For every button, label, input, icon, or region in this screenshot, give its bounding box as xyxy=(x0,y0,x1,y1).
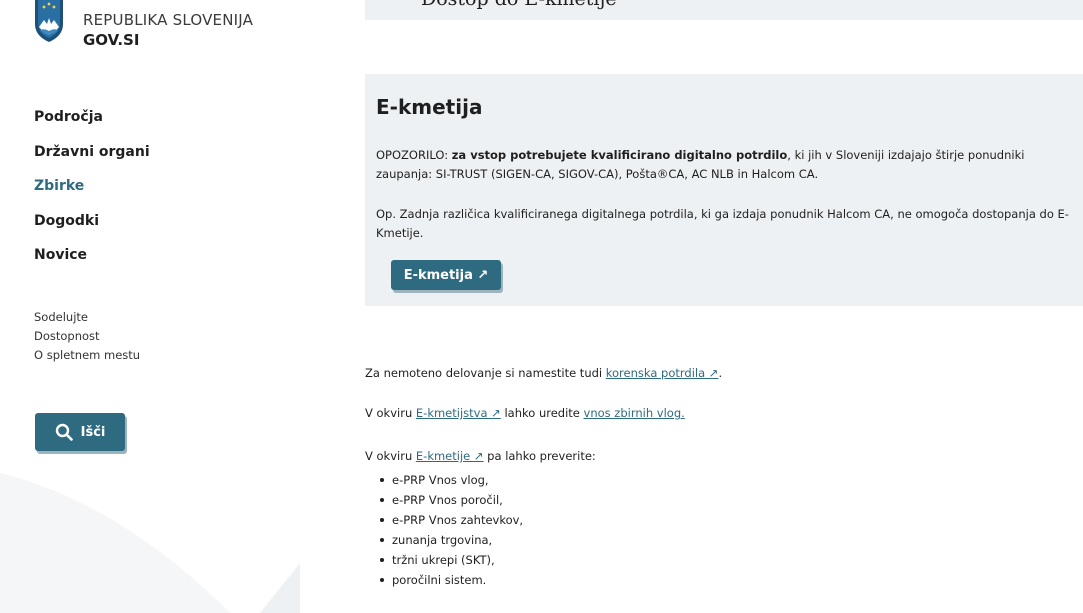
root-certificates-paragraph: Za nemoteno delovanje si namestite tudi … xyxy=(365,366,723,380)
slovenia-coat-of-arms-icon xyxy=(35,0,63,42)
sidebar: REPUBLIKA SLOVENIJA GOV.SI Področja Drža… xyxy=(0,0,300,613)
services-list: e-PRP Vnos vlog, e-PRP Vnos poročil, e-P… xyxy=(365,470,523,590)
list-item: tržni ukrepi (SKT), xyxy=(380,550,523,570)
search-button[interactable]: Išči xyxy=(35,413,125,451)
root-certificates-link[interactable]: korenska potrdila ↗ xyxy=(606,366,719,380)
nav-item-novice[interactable]: Novice xyxy=(34,245,150,280)
note-text: Op. Zadnja različica kvalificiranega dig… xyxy=(376,207,1069,240)
list-item: e-PRP Vnos poročil, xyxy=(380,490,523,510)
search-button-label: Išči xyxy=(80,424,106,440)
ekmetijstvo-paragraph: V okviru E-kmetijstva ↗ lahko uredite vn… xyxy=(365,406,685,420)
main-content: Dostop do E-kmetije E-kmetija OPOZORILO:… xyxy=(300,0,1083,613)
top-band: Dostop do E-kmetije xyxy=(365,0,1083,20)
main-navigation: Področja Državni organi Zbirke Dogodki N… xyxy=(34,107,150,280)
site-logo[interactable]: REPUBLIKA SLOVENIJA GOV.SI xyxy=(34,0,253,50)
panel-title: E-kmetija xyxy=(376,95,483,119)
top-band-text: Dostop do E-kmetije xyxy=(421,0,617,10)
nav-item-podrocja[interactable]: Področja xyxy=(34,107,150,142)
nav-item-o-spletnem-mestu[interactable]: O spletnem mestu xyxy=(34,347,140,366)
list-item: zunanja trgovina, xyxy=(380,530,523,550)
list-item: poročilni sistem. xyxy=(380,570,523,590)
list-item: e-PRP Vnos zahtevkov, xyxy=(380,510,523,530)
zbirne-vloge-link[interactable]: vnos zbirnih vlog. xyxy=(584,406,685,420)
nav-item-zbirke[interactable]: Zbirke xyxy=(34,176,150,211)
secondary-navigation: Sodelujte Dostopnost O spletnem mestu xyxy=(34,309,140,366)
warning-text: OPOZORILO: za vstop potrebujete kvalific… xyxy=(376,148,1025,181)
ekmetija-panel: E-kmetija OPOZORILO: za vstop potrebujet… xyxy=(365,74,1083,306)
nav-item-dostopnost[interactable]: Dostopnost xyxy=(34,328,140,347)
nav-item-dogodki[interactable]: Dogodki xyxy=(34,211,150,246)
ekmetija-link[interactable]: E-kmetije ↗ xyxy=(416,449,484,463)
ekmetija-check-paragraph: V okviru E-kmetije ↗ pa lahko preverite: xyxy=(365,449,596,463)
warning-bold: za vstop potrebujete kvalificirano digit… xyxy=(451,148,788,162)
list-item: e-PRP Vnos vlog, xyxy=(380,470,523,490)
search-icon xyxy=(55,423,73,441)
ekmetija-button[interactable]: E-kmetija ↗ xyxy=(391,260,501,290)
logo-title: REPUBLIKA SLOVENIJA xyxy=(83,11,254,29)
nav-item-drzavni-organi[interactable]: Državni organi xyxy=(34,142,150,177)
nav-item-sodelujte[interactable]: Sodelujte xyxy=(34,309,140,328)
logo-subtitle: GOV.SI xyxy=(83,31,140,49)
ekmetijstvo-link[interactable]: E-kmetijstva ↗ xyxy=(416,406,501,420)
